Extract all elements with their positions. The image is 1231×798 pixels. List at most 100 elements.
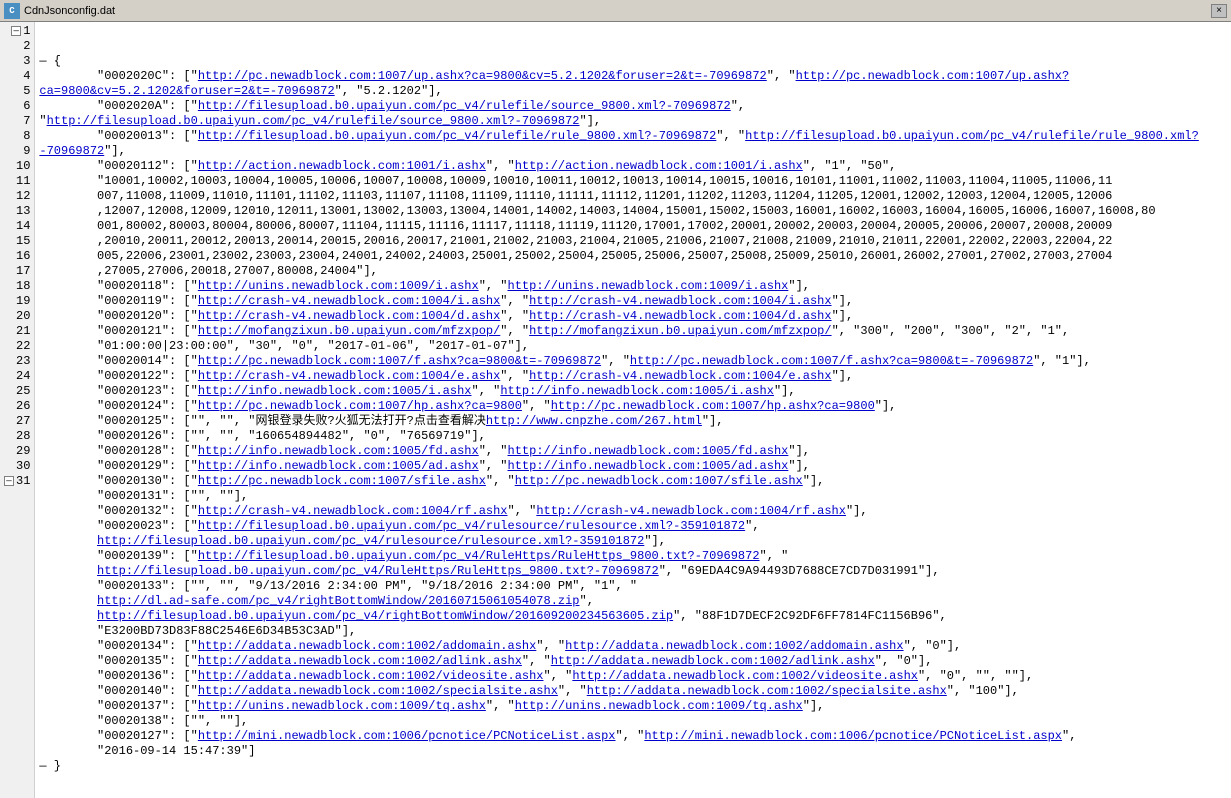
code-line[interactable]: "00020137": ["http://unins.newadblock.co… bbox=[39, 699, 1227, 714]
url-link[interactable]: http://addata.newadblock.com:1002/adlink… bbox=[551, 654, 875, 668]
code-line[interactable]: "00020118": ["http://unins.newadblock.co… bbox=[39, 279, 1227, 294]
url-link[interactable]: http://mofangzixun.b0.upaiyun.com/mfzxpo… bbox=[529, 324, 831, 338]
editor-container: —123456789101112131415161718192021222324… bbox=[0, 22, 1231, 798]
url-link[interactable]: http://pc.newadblock.com:1007/sfile.ashx bbox=[198, 474, 486, 488]
url-link[interactable]: http://info.newadblock.com:1005/i.ashx bbox=[198, 384, 472, 398]
url-link[interactable]: http://filesupload.b0.upaiyun.com/pc_v4/… bbox=[198, 99, 731, 113]
url-link[interactable]: http://action.newadblock.com:1001/i.ashx bbox=[515, 159, 803, 173]
url-link[interactable]: http://crash-v4.newadblock.com:1004/e.as… bbox=[529, 369, 831, 383]
url-link[interactable]: http://crash-v4.newadblock.com:1004/rf.a… bbox=[536, 504, 846, 518]
url-link[interactable]: http://pc.newadblock.com:1007/hp.ashx?ca… bbox=[198, 399, 522, 413]
collapse-icon[interactable]: — bbox=[11, 26, 21, 36]
url-link[interactable]: http://info.newadblock.com:1005/ad.ashx bbox=[198, 459, 479, 473]
url-link[interactable]: http://filesupload.b0.upaiyun.com/pc_v4/… bbox=[198, 519, 745, 533]
url-link[interactable]: http://pc.newadblock.com:1007/up.ashx?ca… bbox=[198, 69, 767, 83]
line-number: 3 bbox=[4, 54, 30, 69]
code-line[interactable]: "00020133": ["", "", "9/13/2016 2:34:00 … bbox=[39, 579, 1227, 639]
collapse-icon[interactable]: — bbox=[4, 476, 14, 486]
url-link[interactable]: http://filesupload.b0.upaiyun.com/pc_v4/… bbox=[97, 534, 644, 548]
url-link[interactable]: http://info.newadblock.com:1005/ad.ashx bbox=[508, 459, 789, 473]
url-link[interactable]: http://crash-v4.newadblock.com:1004/rf.a… bbox=[198, 504, 508, 518]
url-link[interactable]: http://info.newadblock.com:1005/fd.ashx bbox=[198, 444, 479, 458]
code-line[interactable]: — { bbox=[39, 54, 1227, 69]
url-link[interactable]: http://filesupload.b0.upaiyun.com/pc_v4/… bbox=[198, 549, 760, 563]
code-line[interactable]: "00020123": ["http://info.newadblock.com… bbox=[39, 384, 1227, 399]
line-number: 2 bbox=[4, 39, 30, 54]
code-line[interactable]: "00020013": ["http://filesupload.b0.upai… bbox=[39, 129, 1227, 159]
url-link[interactable]: http://addata.newadblock.com:1002/addoma… bbox=[198, 639, 536, 653]
url-link[interactable]: http://pc.newadblock.com:1007/hp.ashx?ca… bbox=[551, 399, 875, 413]
url-link[interactable]: http://unins.newadblock.com:1009/tq.ashx bbox=[515, 699, 803, 713]
code-line[interactable]: "00020130": ["http://pc.newadblock.com:1… bbox=[39, 474, 1227, 489]
url-link[interactable]: http://info.newadblock.com:1005/i.ashx bbox=[500, 384, 774, 398]
line-number: 17 bbox=[4, 264, 30, 279]
url-link[interactable]: http://info.newadblock.com:1005/fd.ashx bbox=[508, 444, 789, 458]
url-link[interactable]: http://filesupload.b0.upaiyun.com/pc_v4/… bbox=[97, 609, 673, 623]
code-line[interactable]: "0002020A": ["http://filesupload.b0.upai… bbox=[39, 99, 1227, 129]
code-line[interactable]: "00020132": ["http://crash-v4.newadblock… bbox=[39, 504, 1227, 519]
url-link[interactable]: http://addata.newadblock.com:1002/specia… bbox=[587, 684, 947, 698]
url-link[interactable]: http://crash-v4.newadblock.com:1004/d.as… bbox=[529, 309, 831, 323]
code-line[interactable]: "00020014": ["http://pc.newadblock.com:1… bbox=[39, 354, 1227, 369]
code-line[interactable]: "00020127": ["http://mini.newadblock.com… bbox=[39, 729, 1227, 759]
code-line[interactable]: "00020131": ["", ""], bbox=[39, 489, 1227, 504]
code-line[interactable]: "00020138": ["", ""], bbox=[39, 714, 1227, 729]
url-link[interactable]: http://mofangzixun.b0.upaiyun.com/mfzxpo… bbox=[198, 324, 500, 338]
code-line[interactable]: "00020120": ["http://crash-v4.newadblock… bbox=[39, 309, 1227, 324]
line-number: 29 bbox=[4, 444, 30, 459]
code-line[interactable]: "00020128": ["http://info.newadblock.com… bbox=[39, 444, 1227, 459]
line-number: —1 bbox=[4, 24, 30, 39]
line-number: 16 bbox=[4, 249, 30, 264]
line-number: 22 bbox=[4, 339, 30, 354]
url-link[interactable]: http://crash-v4.newadblock.com:1004/i.as… bbox=[529, 294, 831, 308]
code-line[interactable]: "00020129": ["http://info.newadblock.com… bbox=[39, 459, 1227, 474]
url-link[interactable]: http://filesupload.b0.upaiyun.com/pc_v4/… bbox=[47, 114, 580, 128]
line-number: 30 bbox=[4, 459, 30, 474]
url-link[interactable]: http://dl.ad-safe.com/pc_v4/rightBottomW… bbox=[97, 594, 579, 608]
url-link[interactable]: http://addata.newadblock.com:1002/addoma… bbox=[565, 639, 903, 653]
code-line[interactable]: "00020136": ["http://addata.newadblock.c… bbox=[39, 669, 1227, 684]
code-line[interactable]: "00020134": ["http://addata.newadblock.c… bbox=[39, 639, 1227, 654]
url-link[interactable]: http://unins.newadblock.com:1009/i.ashx bbox=[198, 279, 479, 293]
url-link[interactable]: http://addata.newadblock.com:1002/adlink… bbox=[198, 654, 522, 668]
url-link[interactable]: http://unins.newadblock.com:1009/i.ashx bbox=[508, 279, 789, 293]
code-line[interactable]: "00020122": ["http://crash-v4.newadblock… bbox=[39, 369, 1227, 384]
url-link[interactable]: http://www.cnpzhe.com/267.html bbox=[486, 414, 702, 428]
url-link[interactable]: http://mini.newadblock.com:1006/pcnotice… bbox=[198, 729, 616, 743]
code-line[interactable]: "00020119": ["http://crash-v4.newadblock… bbox=[39, 294, 1227, 309]
code-line[interactable]: "0002020C": ["http://pc.newadblock.com:1… bbox=[39, 69, 1227, 99]
line-number: 11 bbox=[4, 174, 30, 189]
code-line[interactable]: "00020023": ["http://filesupload.b0.upai… bbox=[39, 519, 1227, 549]
line-number: 20 bbox=[4, 309, 30, 324]
url-link[interactable]: http://crash-v4.newadblock.com:1004/d.as… bbox=[198, 309, 500, 323]
code-line[interactable]: "00020124": ["http://pc.newadblock.com:1… bbox=[39, 399, 1227, 414]
url-link[interactable]: http://filesupload.b0.upaiyun.com/pc_v4/… bbox=[97, 564, 659, 578]
url-link[interactable]: http://pc.newadblock.com:1007/sfile.ashx bbox=[515, 474, 803, 488]
code-line[interactable]: "00020139": ["http://filesupload.b0.upai… bbox=[39, 549, 1227, 579]
url-link[interactable]: http://mini.newadblock.com:1006/pcnotice… bbox=[644, 729, 1062, 743]
line-number: 25 bbox=[4, 384, 30, 399]
line-number: 10 bbox=[4, 159, 30, 174]
url-link[interactable]: http://pc.newadblock.com:1007/f.ashx?ca=… bbox=[630, 354, 1033, 368]
url-link[interactable]: http://addata.newadblock.com:1002/videos… bbox=[198, 669, 544, 683]
code-line[interactable]: "00020140": ["http://addata.newadblock.c… bbox=[39, 684, 1227, 699]
code-line[interactable]: "00020121": ["http://mofangzixun.b0.upai… bbox=[39, 324, 1227, 354]
url-link[interactable]: http://unins.newadblock.com:1009/tq.ashx bbox=[198, 699, 486, 713]
line-number: 7 bbox=[4, 114, 30, 129]
code-line[interactable]: "00020135": ["http://addata.newadblock.c… bbox=[39, 654, 1227, 669]
code-line[interactable]: — } bbox=[39, 759, 1227, 774]
code-line[interactable]: "00020125": ["", "", "网银登录失败?火狐无法打开?点击查看… bbox=[39, 414, 1227, 429]
url-link[interactable]: http://filesupload.b0.upaiyun.com/pc_v4/… bbox=[198, 129, 716, 143]
url-link[interactable]: http://pc.newadblock.com:1007/f.ashx?ca=… bbox=[198, 354, 601, 368]
line-number: 18 bbox=[4, 279, 30, 294]
url-link[interactable]: http://crash-v4.newadblock.com:1004/i.as… bbox=[198, 294, 500, 308]
url-link[interactable]: http://addata.newadblock.com:1002/specia… bbox=[198, 684, 558, 698]
code-line[interactable]: "00020126": ["", "", "160654894482", "0"… bbox=[39, 429, 1227, 444]
url-link[interactable]: http://crash-v4.newadblock.com:1004/e.as… bbox=[198, 369, 500, 383]
url-link[interactable]: http://action.newadblock.com:1001/i.ashx bbox=[198, 159, 486, 173]
url-link[interactable]: http://addata.newadblock.com:1002/videos… bbox=[572, 669, 918, 683]
close-button[interactable]: × bbox=[1211, 4, 1227, 18]
code-line[interactable]: "00020112": ["http://action.newadblock.c… bbox=[39, 159, 1227, 279]
title-bar: C CdnJsonconfig.dat × bbox=[0, 0, 1231, 22]
code-area[interactable]: — { "0002020C": ["http://pc.newadblock.c… bbox=[35, 22, 1231, 798]
